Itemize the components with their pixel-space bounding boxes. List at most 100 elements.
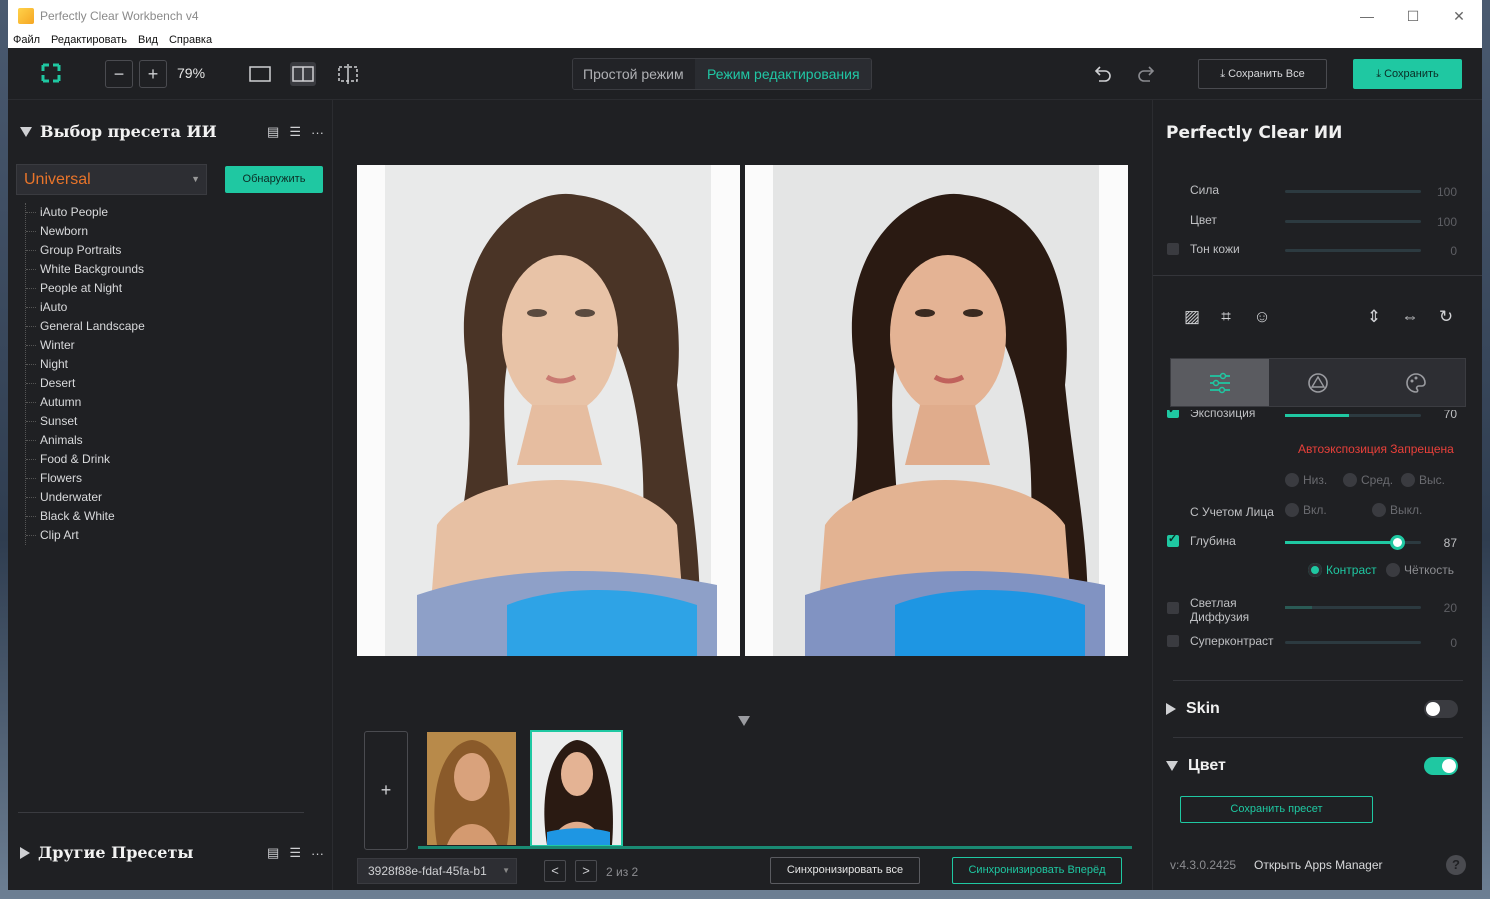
preset-item[interactable]: Flowers [26,469,315,488]
level-high-radio[interactable]: Выс. [1401,473,1445,487]
next-button[interactable]: > [575,860,597,882]
single-view-icon[interactable] [247,62,273,86]
thumbnail-2[interactable] [530,730,623,847]
preset-dropdown-value: Universal [24,171,91,188]
crop-icon[interactable]: ⌗ [1215,306,1237,328]
split-view-icon[interactable] [290,62,316,86]
undo-icon[interactable] [1092,64,1112,84]
preset-item[interactable]: Animals [26,431,315,450]
menu-help[interactable]: Справка [169,34,212,46]
expand-strip-icon[interactable] [738,716,750,726]
light-diffusion-slider[interactable] [1285,606,1421,609]
tab-looks[interactable] [1367,359,1465,406]
prev-button[interactable]: < [544,860,566,882]
curves-icon[interactable]: ▨ [1181,306,1203,328]
simple-mode-tab[interactable]: Простой режим [573,59,695,89]
grid-view-icon[interactable]: ▤ [267,845,279,861]
depth-slider-handle[interactable] [1389,535,1405,550]
face-on-radio[interactable]: Вкл. [1285,503,1327,517]
exposure-label: Экспозиция [1190,410,1256,420]
flip-horizontal-icon[interactable]: ⇔ [1399,306,1421,328]
help-icon[interactable]: ? [1446,855,1466,875]
exposure-slider[interactable] [1285,414,1421,417]
skin-section-header[interactable]: Skin [1166,700,1220,718]
color-slider-row: Цвет 100 [1153,211,1482,231]
contrast-radio[interactable]: Контраст [1308,563,1377,577]
color-slider[interactable] [1285,220,1421,223]
preset-item[interactable]: Sunset [26,412,315,431]
preset-item[interactable]: Underwater [26,488,315,507]
rotate-icon[interactable]: ↻ [1435,306,1457,328]
preset-item[interactable]: Night [26,355,315,374]
preset-item[interactable]: Group Portraits [26,241,315,260]
save-button[interactable]: ⤓ Сохранить [1353,59,1462,89]
preset-item[interactable]: People at Night [26,279,315,298]
apps-manager-link[interactable]: Открыть Apps Manager [1254,858,1383,872]
zoom-in-button[interactable]: + [139,60,167,88]
face-off-radio[interactable]: Выкл. [1372,503,1422,517]
flip-vertical-icon[interactable]: ⇕ [1363,306,1385,328]
face-icon[interactable]: ☺ [1251,306,1273,328]
other-presets-header[interactable]: Другие Пресеты [20,843,193,862]
strength-value: 100 [1436,185,1457,199]
supercontrast-slider[interactable] [1285,641,1421,644]
skin-tone-checkbox[interactable] [1167,243,1179,255]
exposure-fill [1285,414,1349,417]
tab-creative[interactable] [1269,359,1367,406]
exposure-slider-row: Экспозиция 70 [1153,410,1482,424]
add-image-button[interactable]: + [364,731,408,850]
skin-toggle[interactable] [1424,700,1458,718]
preset-item[interactable]: Desert [26,374,315,393]
ai-preset-header[interactable]: Выбор пресета ИИ [20,122,217,141]
supercontrast-checkbox[interactable] [1167,635,1179,647]
depth-slider[interactable] [1285,535,1421,550]
light-diffusion-checkbox[interactable] [1167,602,1179,614]
zoom-out-button[interactable]: − [105,60,133,88]
preset-item[interactable]: iAuto [26,298,315,317]
sync-forward-button[interactable]: Синхронизировать Вперёд [952,857,1122,884]
exposure-checkbox[interactable] [1167,410,1179,418]
preset-item[interactable]: Food & Drink [26,450,315,469]
edit-mode-tab[interactable]: Режим редактирования [695,59,871,89]
preset-item[interactable]: White Backgrounds [26,260,315,279]
color-section-header[interactable]: Цвет [1166,757,1226,775]
skin-tone-slider[interactable] [1285,249,1421,252]
preset-item[interactable]: Clip Art [26,526,315,545]
preset-item[interactable]: Newborn [26,222,315,241]
clarity-radio[interactable]: Чёткость [1386,563,1454,577]
more-icon[interactable]: ··· [311,846,324,861]
close-button[interactable]: ✕ [1436,0,1482,32]
detect-button[interactable]: Обнаружить [225,166,323,193]
more-icon[interactable]: ··· [311,125,324,140]
preset-dropdown[interactable]: Universal ▼ [16,164,207,195]
menu-edit[interactable]: Редактировать [51,34,127,46]
save-preset-button[interactable]: Сохранить пресет [1180,796,1373,823]
sync-all-button[interactable]: Синхронизировать все [770,857,920,884]
preset-item[interactable]: General Landscape [26,317,315,336]
strength-slider[interactable] [1285,190,1421,193]
contrast-label: Контраст [1326,563,1377,577]
save-all-button[interactable]: ⤓ Сохранить Все [1198,59,1327,89]
preset-item[interactable]: Winter [26,336,315,355]
file-dropdown[interactable]: 3928f88e-fdaf-45fa-b1 ▼ [357,858,517,884]
menu-view[interactable]: Вид [138,34,158,46]
color-toggle[interactable] [1424,757,1458,775]
minimize-button[interactable]: — [1344,0,1390,32]
list-view-icon[interactable]: ☰ [289,845,301,861]
level-mid-radio[interactable]: Сред. [1343,473,1393,487]
menu-file[interactable]: Файл [13,34,40,46]
collapse-icon [20,126,32,137]
level-low-radio[interactable]: Низ. [1285,473,1327,487]
color-title: Цвет [1188,757,1226,774]
tab-sliders[interactable] [1171,359,1269,406]
preset-item[interactable]: Black & White [26,507,315,526]
preset-item[interactable]: Autumn [26,393,315,412]
list-view-icon[interactable]: ☰ [289,124,301,140]
compare-view-icon[interactable] [335,62,361,86]
maximize-button[interactable]: ☐ [1390,0,1436,32]
redo-icon[interactable] [1137,64,1157,84]
depth-checkbox[interactable] [1167,532,1179,547]
thumbnail-1[interactable] [427,732,516,845]
preset-item[interactable]: iAuto People [26,203,315,222]
grid-view-icon[interactable]: ▤ [267,124,279,140]
